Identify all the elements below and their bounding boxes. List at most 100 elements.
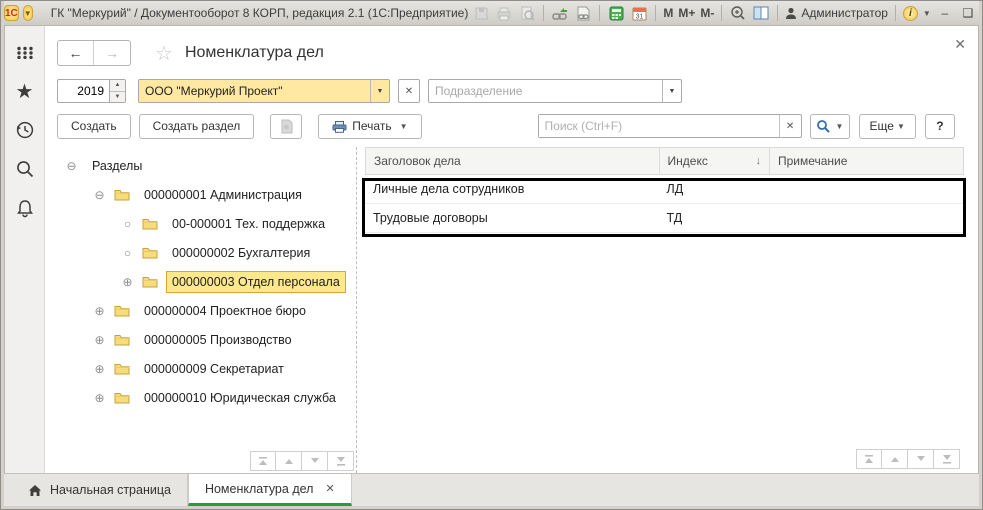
go-to-link-icon[interactable] [551,4,569,22]
back-button[interactable]: ← [58,41,94,65]
split-view-icon[interactable] [752,4,770,22]
search-field[interactable]: ✕ [538,114,802,138]
printer-icon [332,120,347,133]
minimize-button[interactable]: – [936,6,954,20]
scale-increase-button[interactable]: M+ [678,6,695,20]
department-placeholder: Подразделение [429,80,662,102]
go-last-row-button[interactable] [328,451,354,471]
tree-item[interactable]: ⊖ 000000001 Администрация [57,180,356,209]
search-options-button[interactable]: ▼ [810,114,850,139]
organization-clear-button[interactable]: ✕ [398,79,420,103]
tree-root[interactable]: ⊖ Разделы [57,151,356,180]
history-clock-icon[interactable] [13,118,37,142]
year-input[interactable] [57,79,109,103]
search-input[interactable] [539,115,779,137]
tree-collapse-icon[interactable]: ⊖ [65,159,78,173]
scale-decrease-button[interactable]: M- [700,6,714,20]
divider [895,5,896,21]
tree-expander-icon[interactable]: ⊕ [93,333,106,347]
chevron-down-icon[interactable]: ▼ [370,80,389,102]
print-preview-icon[interactable] [518,4,536,22]
tree-expander-icon[interactable]: ⊕ [121,275,134,289]
table-rows: Личные дела сотрудников ЛД Трудовые дого… [365,175,964,233]
department-combo[interactable]: Подразделение ▼ [428,79,682,103]
user-name: Администратор [801,6,888,20]
current-user[interactable]: Администратор [785,6,888,20]
column-header-note[interactable]: Примечание [769,148,963,174]
go-prev-row-button[interactable] [882,449,908,469]
print-icon[interactable] [495,4,513,22]
tree-item[interactable]: ○ 00-000001 Тех. поддержка [57,209,356,238]
page-title: Номенклатура дел [185,44,324,62]
organization-combo[interactable]: ООО "Меркурий Проект" ▼ [138,79,390,103]
user-icon [785,7,797,20]
tree-item[interactable]: ⊕ 000000010 Юридическая служба [57,383,356,412]
chevron-down-icon: ▼ [400,122,408,131]
divider [721,5,722,21]
forward-button[interactable]: → [94,41,130,65]
create-button[interactable]: Создать [57,114,131,139]
tree-expander-icon[interactable]: ⊕ [93,391,106,405]
app-window: 1С ▼ ГК "Меркурий" / Документооборот 8 К… [0,0,983,510]
tree-item[interactable]: ⊕ 000000005 Производство [57,325,356,354]
cell-note [769,204,964,232]
apps-grid-icon[interactable] [13,40,37,64]
column-header-index[interactable]: Индекс ↓ [659,148,769,174]
open-windows-tabbar: Начальная страница ✕ Номенклатура дел ✕ [4,473,979,506]
favorite-toggle-star-icon[interactable]: ☆ [155,41,173,66]
zoom-icon[interactable] [729,4,747,22]
calendar-icon[interactable]: 31 [630,4,648,22]
favorites-star-icon[interactable]: ★ [13,79,37,103]
scale-normal-button[interactable]: M [663,6,673,20]
go-last-row-button[interactable] [934,449,960,469]
form-close-icon[interactable]: ✕ [954,36,966,53]
go-prev-row-button[interactable] [276,451,302,471]
notifications-bell-icon[interactable] [13,196,37,220]
search-icon[interactable] [13,157,37,181]
tab-close-icon[interactable]: ✕ [325,482,334,495]
spin-up-icon[interactable]: ▲ [110,80,125,92]
get-link-icon[interactable] [574,4,592,22]
tree-expander-icon[interactable]: ⊕ [93,362,106,376]
help-button[interactable]: ? [925,114,955,139]
column-header-title[interactable]: Заголовок дела [366,148,659,174]
go-next-row-button[interactable] [908,449,934,469]
tree-item-label: 000000001 Администрация [138,184,308,206]
go-first-row-button[interactable] [856,449,882,469]
go-first-row-button[interactable] [250,451,276,471]
folder-icon [142,217,158,230]
create-section-button[interactable]: Создать раздел [139,114,255,139]
tree-expander-icon[interactable]: ○ [121,246,134,260]
tree-item[interactable]: ⊕ 000000004 Проектное бюро [57,296,356,325]
cell-title: Личные дела сотрудников [365,175,659,203]
folder-icon [142,246,158,259]
window-tab[interactable]: Номенклатура дел ✕ [188,474,352,506]
chevron-down-icon[interactable]: ▼ [923,9,931,18]
tree-item-label: 000000003 Отдел персонала [166,271,346,293]
info-icon[interactable]: i [903,6,918,21]
more-button[interactable]: Еще ▼ [859,114,916,139]
form-header: ← → ☆ Номенклатура дел [57,38,964,68]
go-next-row-button[interactable] [302,451,328,471]
chevron-down-icon[interactable]: ▼ [662,80,681,102]
maximize-button[interactable]: ❑ [959,6,977,20]
search-clear-icon[interactable]: ✕ [779,115,801,137]
spin-down-icon[interactable]: ▼ [110,92,125,103]
calculator-icon[interactable] [607,4,625,22]
tree-expander-icon[interactable]: ○ [121,217,134,231]
tree-item[interactable]: ○ 000000002 Бухгалтерия [57,238,356,267]
copy-button[interactable] [270,114,302,139]
main-menu-button[interactable]: ▼ [23,5,33,21]
cell-index: ТД [659,204,770,232]
year-spinner[interactable]: ▲ ▼ [57,79,126,103]
tree-item[interactable]: ⊕ 000000009 Секретариат [57,354,356,383]
tab-label: Номенклатура дел [205,482,313,496]
tree-expander-icon[interactable]: ⊕ [93,304,106,318]
print-button[interactable]: Печать ▼ [318,114,421,139]
table-row[interactable]: Личные дела сотрудников ЛД [365,175,964,204]
tree-expander-icon[interactable]: ⊖ [93,188,106,202]
save-icon[interactable] [472,4,490,22]
window-tab[interactable]: Начальная страница ✕ [12,474,188,506]
table-row[interactable]: Трудовые договоры ТД [365,204,964,233]
tree-item[interactable]: ⊕ 000000003 Отдел персонала [57,267,356,296]
